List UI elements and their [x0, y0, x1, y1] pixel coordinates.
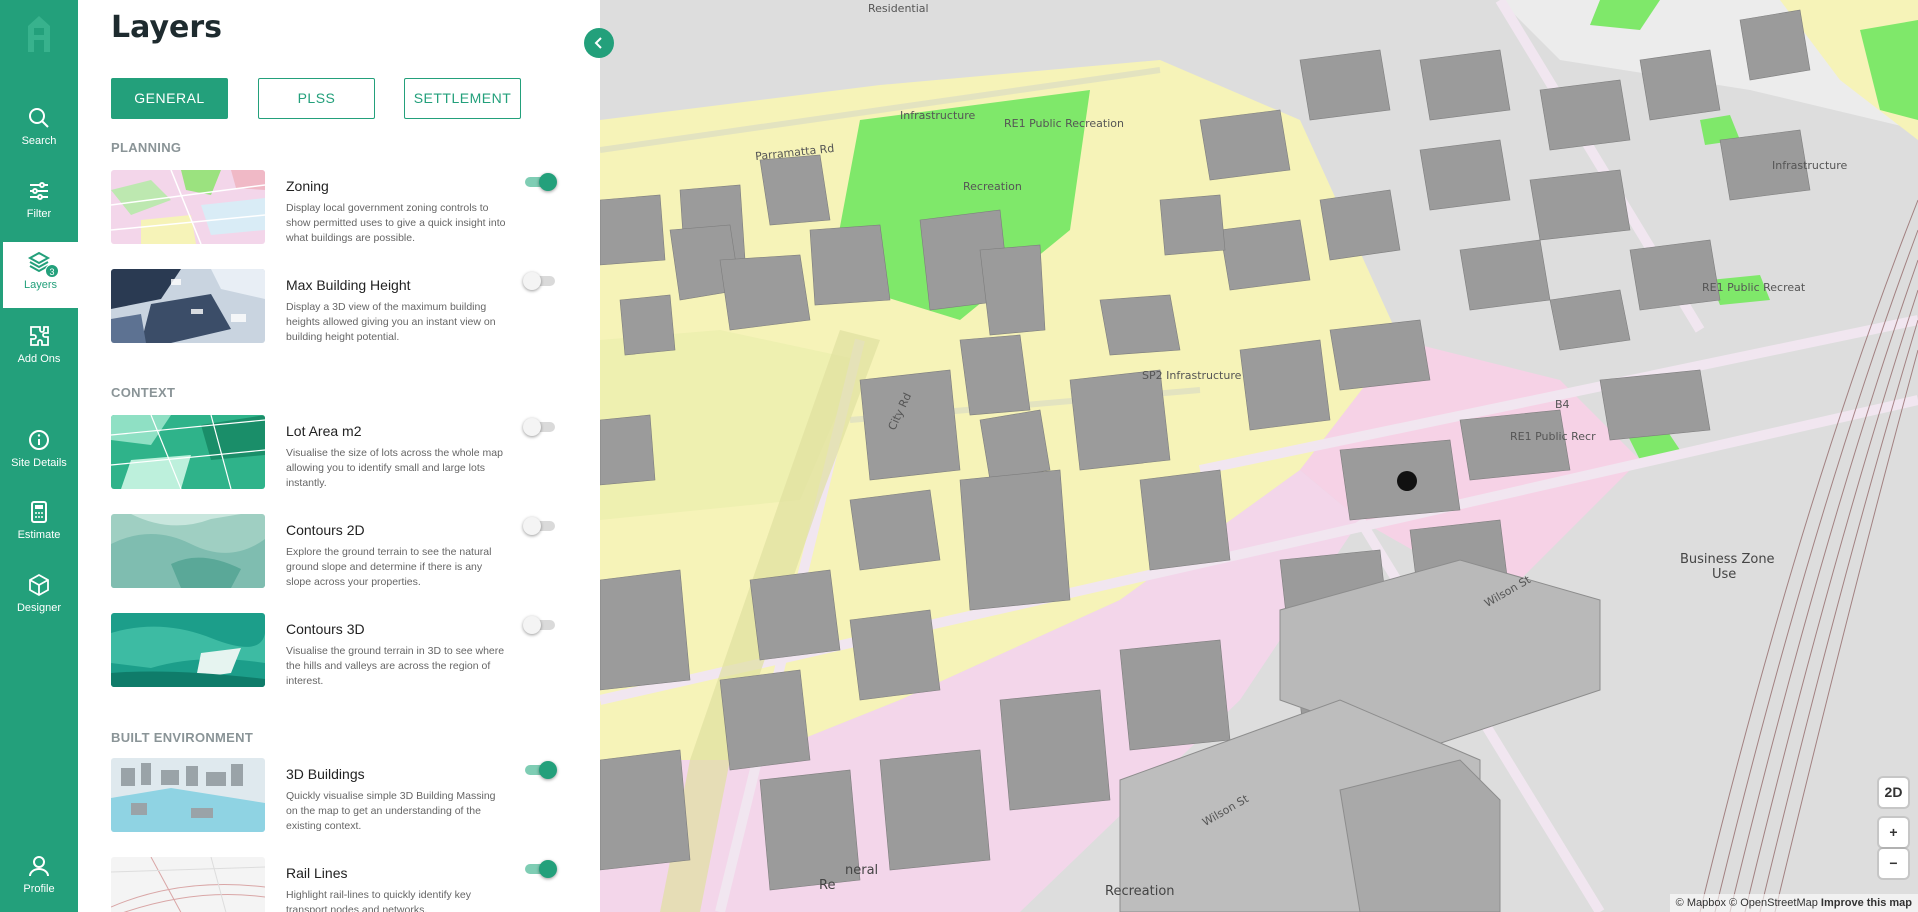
section-heading-context: CONTEXT [111, 385, 176, 400]
map-label-recreation: Recreation [963, 180, 1022, 193]
nav-label: Profile [23, 883, 55, 895]
nav-label: Search [21, 135, 57, 147]
map-attribution: © Mapbox © OpenStreetMap Improve this ma… [1669, 894, 1918, 912]
nav-rail: Search Filter 3 Layers Add Ons Site Deta… [0, 0, 78, 912]
zoning-toggle[interactable] [523, 172, 559, 192]
max-building-height-toggle[interactable] [523, 271, 559, 291]
map-label-sp2-infrastructure: SP2 Infrastructure [1142, 369, 1242, 382]
map-label-use: Use [1712, 567, 1737, 582]
cube-icon [29, 573, 49, 597]
layer-title: Max Building Height [286, 277, 411, 293]
map-label-recreation-bottom: Recreation [1105, 884, 1175, 899]
layer-description: Explore the ground terrain to see the na… [286, 546, 492, 588]
layer-description: Display local government zoning controls… [286, 202, 506, 244]
layer-title: Contours 3D [286, 621, 365, 637]
nav-item-profile[interactable]: Profile [0, 846, 78, 912]
map-label-neral: neral [845, 863, 879, 878]
map-canvas[interactable] [600, 0, 1918, 912]
lot-area-thumbnail [111, 415, 265, 489]
collapse-panel-button[interactable] [584, 28, 614, 58]
info-icon [29, 430, 49, 450]
nav-item-designer[interactable]: Designer [0, 565, 78, 631]
tab-general[interactable]: GENERAL [111, 78, 228, 119]
map-label-re1-public-recreation: RE1 Public Recreation [1004, 117, 1124, 130]
nav-label: Designer [16, 602, 62, 614]
tab-settlement[interactable]: SETTLEMENT [404, 78, 521, 119]
nav-item-filter[interactable]: Filter [0, 171, 78, 237]
contours-3d-toggle[interactable] [523, 615, 559, 635]
attribution-osm-link[interactable]: © OpenStreetMap [1729, 897, 1818, 909]
layer-item-rail-lines: Rail Lines Highlight rail-lines to quick… [111, 857, 561, 912]
layer-item-lot-area: Lot Area m2 Visualise the size of lots a… [111, 415, 561, 495]
layer-item-zoning: Zoning Display local government zoning c… [111, 170, 561, 250]
map-label-business-zone: Business Zone [1680, 552, 1775, 567]
nav-label: Filter [26, 208, 52, 220]
layers-count-badge: 3 [45, 264, 59, 278]
layer-item-3d-buildings: 3D Buildings Quickly visualise simple 3D… [111, 758, 561, 838]
layer-title: Rail Lines [286, 865, 348, 881]
section-heading-built-environment: BUILT ENVIRONMENT [111, 730, 254, 745]
map-label-re: Re [819, 878, 836, 893]
lot-area-toggle[interactable] [523, 417, 559, 437]
contours-2d-thumbnail [111, 514, 265, 588]
nav-label: Layers [23, 279, 58, 291]
improve-map-link[interactable]: Improve this map [1821, 897, 1912, 909]
map-label-re1-public-recr: RE1 Public Recr [1510, 430, 1596, 443]
zoom-in-button[interactable]: + [1879, 818, 1908, 847]
contours-3d-thumbnail [111, 613, 265, 687]
map-view[interactable]: Residential RE1 Public Recreation Recrea… [600, 0, 1918, 912]
layer-item-contours-3d: Contours 3D Visualise the ground terrain… [111, 613, 561, 693]
layers-panel: Layers GENERAL PLSS SETTLEMENT PLANNING … [78, 0, 600, 912]
map-label-b4: B4 [1555, 398, 1570, 411]
nav-label: Add Ons [17, 353, 61, 365]
layer-item-contours-2d: Contours 2D Explore the ground terrain t… [111, 514, 561, 594]
map-label-infrastructure-right: Infrastructure [1772, 159, 1848, 172]
nav-item-estimate[interactable]: Estimate [0, 492, 78, 558]
section-heading-planning: PLANNING [111, 140, 182, 155]
layer-description: Visualise the size of lots across the wh… [286, 447, 503, 489]
zoning-thumbnail [111, 170, 265, 244]
tab-plss[interactable]: PLSS [258, 78, 375, 119]
map-label-residential: Residential [868, 2, 929, 15]
contours-2d-toggle[interactable] [523, 516, 559, 536]
puzzle-icon [30, 326, 49, 346]
layer-description: Quickly visualise simple 3D Building Mas… [286, 790, 496, 832]
app-logo[interactable] [24, 14, 54, 54]
nav-item-search[interactable]: Search [0, 98, 78, 164]
layer-title: 3D Buildings [286, 766, 365, 782]
max-building-height-thumbnail [111, 269, 265, 343]
calculator-icon [31, 501, 47, 523]
layer-description: Display a 3D view of the maximum buildin… [286, 301, 496, 343]
nav-label: Site Details [11, 457, 67, 469]
3d-buildings-thumbnail [111, 758, 265, 832]
rail-lines-thumbnail [111, 857, 265, 912]
nav-item-site-details[interactable]: Site Details [0, 420, 78, 486]
layer-description: Highlight rail-lines to quickly identify… [286, 889, 471, 912]
map-label-infrastructure: Infrastructure [900, 109, 976, 122]
nav-item-add-ons[interactable]: Add Ons [0, 316, 78, 382]
rail-lines-toggle[interactable] [523, 859, 559, 879]
layer-title: Zoning [286, 178, 329, 194]
attribution-mapbox-link[interactable]: © Mapbox [1676, 897, 1726, 909]
3d-buildings-toggle[interactable] [523, 760, 559, 780]
view-mode-2d-button[interactable]: 2D [1879, 778, 1908, 807]
nav-label: Estimate [17, 529, 61, 541]
user-icon [29, 856, 49, 877]
layer-title: Contours 2D [286, 522, 365, 538]
panel-title: Layers [111, 10, 222, 45]
nav-item-layers[interactable]: 3 Layers [3, 242, 78, 308]
chevron-left-icon [594, 37, 602, 49]
zoom-out-button[interactable]: − [1879, 849, 1908, 878]
map-label-re1-public-recreat: RE1 Public Recreat [1702, 281, 1806, 294]
layer-description: Visualise the ground terrain in 3D to se… [286, 645, 505, 687]
layer-title: Lot Area m2 [286, 423, 362, 439]
sliders-icon [30, 182, 48, 200]
layer-item-max-building-height: Max Building Height Display a 3D view of… [111, 269, 561, 349]
search-icon [29, 108, 49, 128]
